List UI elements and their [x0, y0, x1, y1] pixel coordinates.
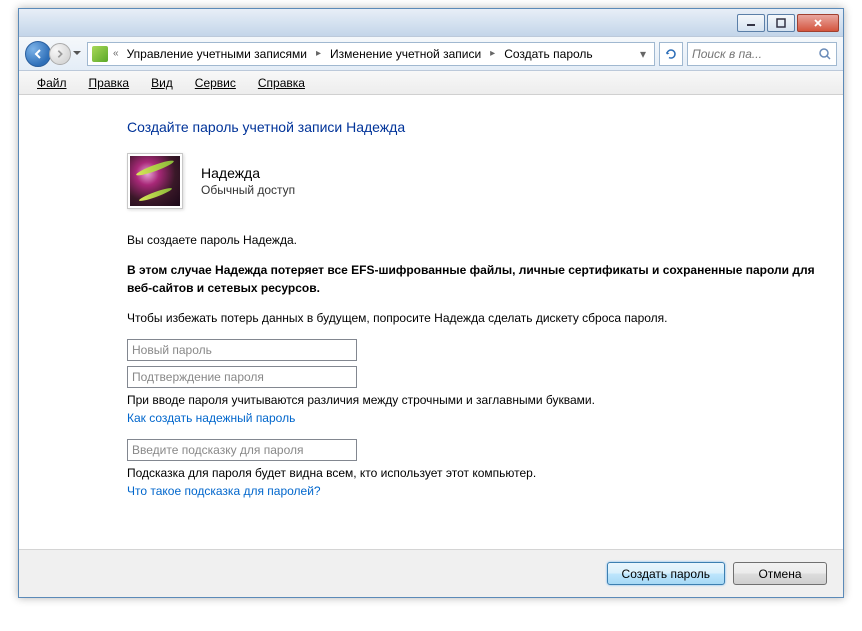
titlebar [19, 9, 843, 37]
footer: Создать пароль Отмена [19, 549, 843, 597]
back-button[interactable] [25, 41, 51, 67]
close-button[interactable] [797, 14, 839, 32]
strong-password-link[interactable]: Как создать надежный пароль [127, 411, 295, 425]
new-password-field[interactable] [127, 339, 357, 361]
breadcrumb-item-0[interactable]: Управление учетными записями [124, 45, 310, 63]
minimize-button[interactable] [737, 14, 765, 32]
warning-text: В этом случае Надежда потеряет все EFS-ш… [127, 261, 819, 297]
case-sensitivity-note: При вводе пароля учитываются различия ме… [127, 393, 819, 407]
chevron-right-icon[interactable]: ▸ [486, 48, 499, 59]
user-name: Надежда [201, 165, 295, 181]
menu-bar: Файл Правка Вид Сервис Справка [19, 71, 843, 95]
avatar [130, 156, 180, 206]
create-password-button[interactable]: Создать пароль [607, 562, 725, 585]
refresh-button[interactable] [659, 42, 683, 66]
breadcrumb-item-2[interactable]: Создать пароль [501, 45, 595, 63]
menu-tools[interactable]: Сервис [185, 73, 246, 93]
nav-buttons [25, 41, 83, 67]
user-accounts-icon [92, 46, 108, 62]
advice-text: Чтобы избежать потерь данных в будущем, … [127, 309, 819, 327]
cancel-button[interactable]: Отмена [733, 562, 827, 585]
breadcrumb-prefix: « [110, 48, 122, 59]
user-type: Обычный доступ [201, 183, 295, 197]
password-hint-field[interactable] [127, 439, 357, 461]
content-area: Создайте пароль учетной записи Надежда Н… [19, 95, 843, 549]
address-bar: « Управление учетными записями ▸ Изменен… [19, 37, 843, 71]
hint-visibility-note: Подсказка для пароля будет видна всем, к… [127, 466, 819, 480]
menu-view[interactable]: Вид [141, 73, 183, 93]
user-block: Надежда Обычный доступ [127, 153, 819, 209]
intro-text: Вы создаете пароль Надежда. [127, 231, 819, 249]
breadcrumb[interactable]: « Управление учетными записями ▸ Изменен… [87, 42, 655, 66]
user-info: Надежда Обычный доступ [201, 165, 295, 197]
breadcrumb-item-1[interactable]: Изменение учетной записи [327, 45, 484, 63]
search-box[interactable] [687, 42, 837, 66]
menu-file[interactable]: Файл [27, 73, 77, 93]
menu-help[interactable]: Справка [248, 73, 315, 93]
search-input[interactable] [692, 47, 818, 61]
menu-edit[interactable]: Правка [79, 73, 140, 93]
window-frame: « Управление учетными записями ▸ Изменен… [18, 8, 844, 598]
avatar-frame [127, 153, 183, 209]
window-controls [737, 14, 839, 32]
page-title: Создайте пароль учетной записи Надежда [127, 119, 819, 135]
hint-help-link[interactable]: Что такое подсказка для паролей? [127, 484, 321, 498]
confirm-password-field[interactable] [127, 366, 357, 388]
nav-history-dropdown[interactable] [71, 45, 83, 63]
breadcrumb-dropdown[interactable]: ▾ [636, 47, 650, 61]
maximize-button[interactable] [767, 14, 795, 32]
forward-button[interactable] [49, 43, 71, 65]
search-icon [818, 47, 832, 61]
chevron-right-icon[interactable]: ▸ [312, 48, 325, 59]
